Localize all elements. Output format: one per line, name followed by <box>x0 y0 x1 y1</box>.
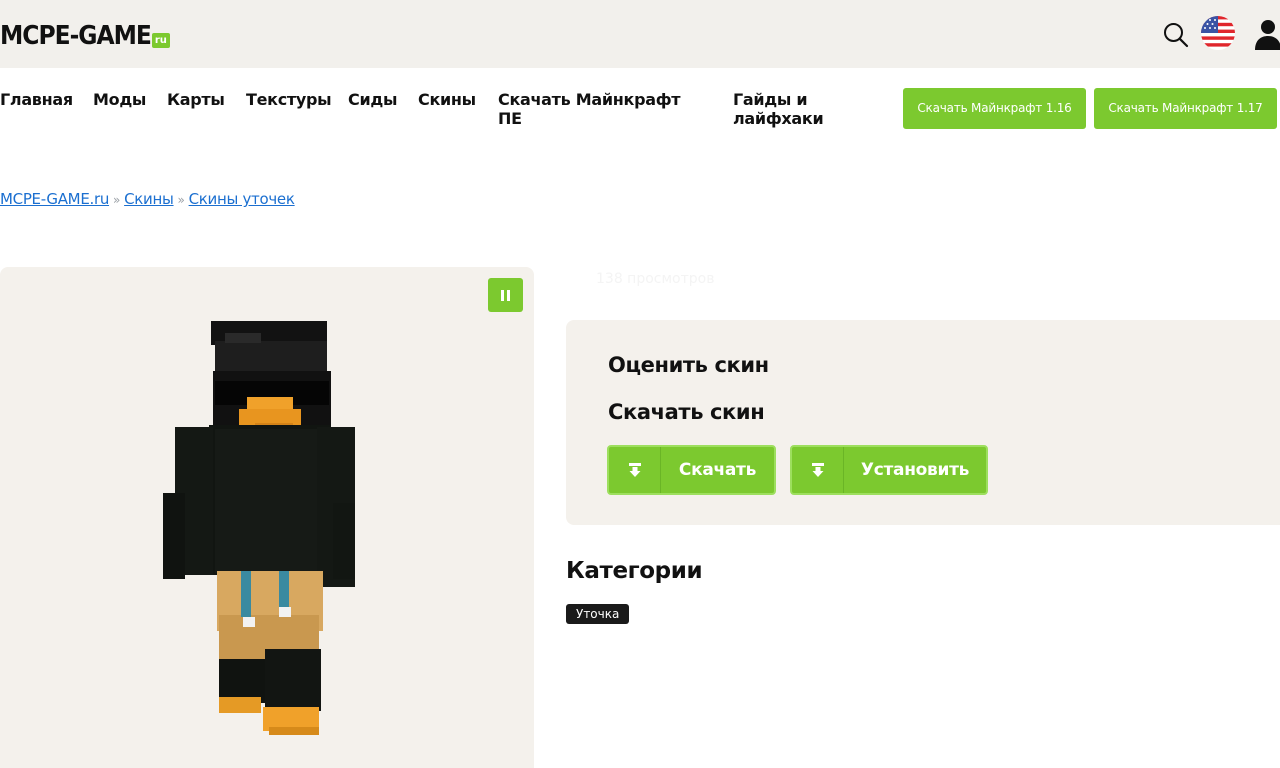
main-nav: Главная Моды Карты Текстуры Сиды Скины С… <box>0 68 1280 148</box>
categories-heading: Категории <box>566 558 703 584</box>
breadcrumb-home[interactable]: MCPE-GAME.ru <box>0 190 109 208</box>
nav-item-mods[interactable]: Моды <box>93 90 146 109</box>
user-icon[interactable] <box>1254 18 1280 50</box>
breadcrumb-separator: » <box>177 193 185 207</box>
install-icon <box>792 447 844 493</box>
logo-domain-badge: ru <box>151 33 170 48</box>
pause-button[interactable] <box>488 278 523 312</box>
nav-item-seeds[interactable]: Сиды <box>348 90 397 109</box>
logo-text: MCPE-GAME <box>0 21 152 51</box>
us-flag-icon[interactable] <box>1201 16 1235 50</box>
nav-item-maps[interactable]: Карты <box>167 90 225 109</box>
search-icon[interactable] <box>1162 21 1190 49</box>
download-icon <box>609 447 661 493</box>
breadcrumb-separator: » <box>113 193 121 207</box>
download-1-17-button[interactable]: Скачать Майнкрафт 1.17 <box>1094 88 1277 129</box>
site-logo[interactable]: MCPE-GAME ru <box>0 19 170 51</box>
nav-item-textures[interactable]: Текстуры <box>246 90 332 109</box>
breadcrumb-skins[interactable]: Скины <box>124 190 174 208</box>
install-button[interactable]: Установить <box>790 445 988 495</box>
category-tag-duck[interactable]: Уточка <box>566 604 630 624</box>
skin-preview-image[interactable] <box>155 315 365 745</box>
nav-item-guides[interactable]: Гайды и лайфхаки <box>733 90 843 128</box>
breadcrumb-duck-skins[interactable]: Скины уточек <box>189 190 295 208</box>
download-button-label: Скачать <box>678 460 757 480</box>
nav-item-download-pe[interactable]: Скачать Майнкрафт ПЕ <box>498 90 698 128</box>
download-1-16-button[interactable]: Скачать Майнкрафт 1.16 <box>903 88 1086 129</box>
nav-item-skins[interactable]: Скины <box>418 90 476 109</box>
pause-icon <box>501 289 504 301</box>
views-count: 138 просмотров <box>596 271 715 287</box>
download-button[interactable]: Скачать <box>607 445 776 495</box>
install-button-label: Установить <box>860 460 970 480</box>
breadcrumb: MCPE-GAME.ru » Скины» Скины уточек <box>0 189 295 210</box>
pause-icon-bar <box>507 289 510 301</box>
rate-skin-heading: Оценить скин <box>608 353 769 377</box>
nav-item-home[interactable]: Главная <box>0 90 73 109</box>
download-skin-heading: Скачать скин <box>608 400 765 424</box>
site-header: MCPE-GAME ru <box>0 0 1280 68</box>
